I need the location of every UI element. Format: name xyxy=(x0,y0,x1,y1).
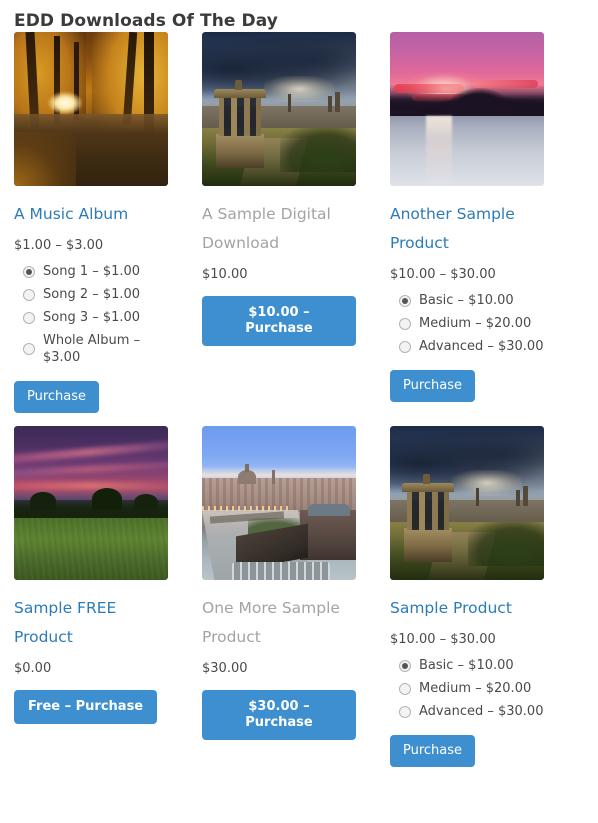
purchase-button[interactable]: Purchase xyxy=(390,735,476,767)
product-price: $30.00 xyxy=(202,661,248,676)
option-label: Whole Album – $3.00 xyxy=(43,333,141,365)
option-label: Advanced – $30.00 xyxy=(419,704,544,719)
download-card: Sample Product $10.00 – $30.00 Basic – $… xyxy=(390,426,544,767)
purchase-area: $10.00 – Purchase xyxy=(202,296,356,346)
product-thumbnail-link[interactable] xyxy=(390,32,544,186)
page-title: EDD Downloads Of The Day xyxy=(14,11,278,31)
option-label: Song 1 – $1.00 xyxy=(43,264,141,279)
download-card: A Sample Digital Download $10.00 $10.00 … xyxy=(202,32,356,413)
autumn-forest-path-photo xyxy=(14,32,168,186)
option-row[interactable]: Song 3 – $1.00 xyxy=(23,309,168,326)
radio-icon[interactable] xyxy=(23,265,35,278)
paris-skyline-river-photo xyxy=(202,426,356,580)
radio-icon[interactable] xyxy=(399,340,411,353)
option-label: Song 2 – $1.00 xyxy=(43,287,141,302)
radio-icon[interactable] xyxy=(23,343,35,355)
download-card: Another Sample Product $10.00 – $30.00 B… xyxy=(390,32,544,413)
download-card: A Music Album $1.00 – $3.00 Song 1 – $1.… xyxy=(14,32,168,413)
radio-icon[interactable] xyxy=(399,659,411,672)
radio-icon[interactable] xyxy=(23,288,35,301)
option-row[interactable]: Song 1 – $1.00 xyxy=(23,263,168,280)
product-thumbnail-link[interactable] xyxy=(14,426,168,580)
product-title-link[interactable]: A Sample Digital Download xyxy=(202,200,356,258)
option-row[interactable]: Advanced – $30.00 xyxy=(399,338,544,355)
purchase-area: Purchase xyxy=(390,370,544,402)
radio-icon[interactable] xyxy=(23,311,35,324)
radio-icon[interactable] xyxy=(399,705,411,718)
option-label: Song 3 – $1.00 xyxy=(43,310,141,325)
product-options: Song 1 – $1.00 Song 2 – $1.00 Song 3 – $… xyxy=(14,263,168,366)
purchase-area: Purchase xyxy=(14,381,168,413)
purchase-area: Free – Purchase xyxy=(14,690,168,724)
product-title-link[interactable]: A Music Album xyxy=(14,200,168,229)
radio-icon[interactable] xyxy=(399,294,411,307)
purchase-area: $30.00 – Purchase xyxy=(202,690,356,740)
product-thumbnail-link[interactable] xyxy=(202,426,356,580)
pink-sunset-sea-photo xyxy=(390,32,544,186)
product-price: $0.00 xyxy=(14,661,52,676)
option-row[interactable]: Medium – $20.00 xyxy=(399,315,544,332)
option-row[interactable]: Whole Album – $3.00 xyxy=(23,332,168,366)
option-label: Advanced – $30.00 xyxy=(419,339,544,354)
purchase-button[interactable]: Purchase xyxy=(390,370,476,402)
purchase-button[interactable]: Free – Purchase xyxy=(14,690,158,724)
product-options: Basic – $10.00 Medium – $20.00 Advanced … xyxy=(390,657,544,720)
product-title-link[interactable]: One More Sample Product xyxy=(202,594,356,652)
option-row[interactable]: Song 2 – $1.00 xyxy=(23,286,168,303)
option-row[interactable]: Basic – $10.00 xyxy=(399,292,544,309)
product-price: $10.00 – $30.00 xyxy=(390,267,496,282)
downloads-page: EDD Downloads Of The Day A Music Album $… xyxy=(0,0,598,767)
meadow-purple-sunset-photo xyxy=(14,426,168,580)
option-label: Basic – $10.00 xyxy=(419,293,514,308)
product-options: Basic – $10.00 Medium – $20.00 Advanced … xyxy=(390,292,544,355)
purchase-button[interactable]: $30.00 – Purchase xyxy=(202,690,356,740)
downloads-grid: A Music Album $1.00 – $3.00 Song 1 – $1.… xyxy=(0,32,598,767)
download-card: Sample FREE Product $0.00 Free – Purchas… xyxy=(14,426,168,767)
product-price: $10.00 – $30.00 xyxy=(390,632,496,647)
product-thumbnail-link[interactable] xyxy=(14,32,168,186)
option-label: Basic – $10.00 xyxy=(419,658,514,673)
purchase-area: Purchase xyxy=(390,735,544,767)
option-row[interactable]: Medium – $20.00 xyxy=(399,680,544,697)
option-label: Medium – $20.00 xyxy=(419,681,532,696)
purchase-button[interactable]: Purchase xyxy=(14,381,100,413)
radio-icon[interactable] xyxy=(399,682,411,695)
product-title-link[interactable]: Sample Product xyxy=(390,594,544,623)
option-row[interactable]: Advanced – $30.00 xyxy=(399,703,544,720)
edinburgh-calton-hill-photo xyxy=(202,32,356,186)
radio-icon[interactable] xyxy=(399,317,411,330)
download-card: One More Sample Product $30.00 $30.00 – … xyxy=(202,426,356,767)
product-title-link[interactable]: Sample FREE Product xyxy=(14,594,168,652)
product-price: $1.00 – $3.00 xyxy=(14,238,104,253)
option-label: Medium – $20.00 xyxy=(419,316,532,331)
product-title-link[interactable]: Another Sample Product xyxy=(390,200,544,258)
product-thumbnail-link[interactable] xyxy=(202,32,356,186)
edinburgh-calton-hill-photo xyxy=(390,426,544,580)
option-row[interactable]: Basic – $10.00 xyxy=(399,657,544,674)
product-thumbnail-link[interactable] xyxy=(390,426,544,580)
purchase-button[interactable]: $10.00 – Purchase xyxy=(202,296,356,346)
product-price: $10.00 xyxy=(202,267,248,282)
